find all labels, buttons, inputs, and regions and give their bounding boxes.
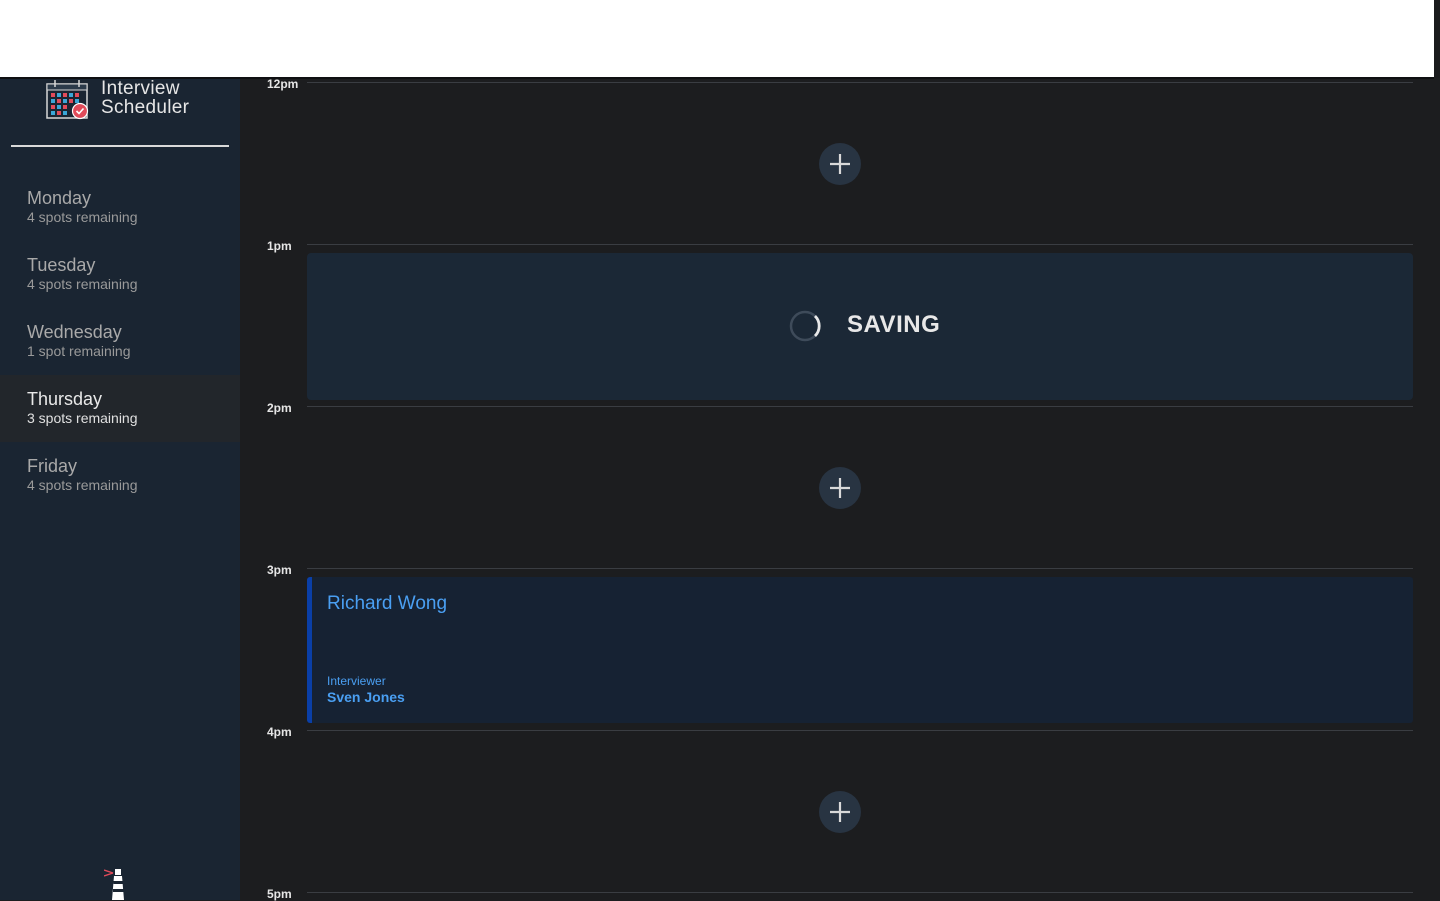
saving-status-card: SAVING: [307, 253, 1413, 400]
day-spots: 4 spots remaining: [27, 209, 138, 225]
interviewer-name: Sven Jones: [327, 689, 405, 705]
browser-top-blank: [0, 0, 1434, 77]
add-appointment-button[interactable]: [819, 791, 861, 833]
app-logo[interactable]: Interview Scheduler: [46, 78, 196, 122]
day-item-tuesday[interactable]: Tuesday 4 spots remaining: [0, 241, 240, 308]
app-title: Interview Scheduler: [101, 79, 189, 117]
add-appointment-button[interactable]: [819, 467, 861, 509]
student-name: Richard Wong: [327, 593, 448, 614]
sidebar: Interview Scheduler Monday 4 spots remai…: [0, 78, 240, 900]
calendar-icon: [46, 80, 89, 120]
slot-time-12pm: 12pm: [267, 77, 299, 91]
slot-time-2pm: 2pm: [267, 401, 292, 415]
schedule: 12pm 1pm SAVING 2pm 3pm Richard Wong Int…: [240, 77, 1440, 901]
day-item-wednesday[interactable]: Wednesday 1 spot remaining: [0, 308, 240, 375]
add-appointment-button[interactable]: [819, 143, 861, 185]
plus-icon: [830, 154, 850, 174]
app-title-line1: Interview: [101, 78, 180, 99]
app-title-line2: Scheduler: [101, 97, 190, 118]
appointment-card[interactable]: Richard Wong Interviewer Sven Jones: [307, 577, 1413, 723]
day-item-thursday[interactable]: Thursday 3 spots remaining: [0, 375, 240, 442]
lighthouse-icon: [104, 869, 124, 900]
day-name: Friday: [27, 456, 78, 476]
scrollbar-track[interactable]: [1434, 0, 1440, 78]
slot-divider: [307, 244, 1413, 245]
top-divider: [0, 77, 1434, 79]
slot-time-3pm: 3pm: [267, 563, 292, 577]
slot-time-4pm: 4pm: [267, 725, 292, 739]
slot-divider: [307, 568, 1413, 569]
day-name: Tuesday: [27, 255, 96, 275]
day-name: Thursday: [27, 389, 103, 409]
slot-time-5pm: 5pm: [267, 887, 292, 901]
day-name: Wednesday: [27, 322, 122, 342]
day-item-monday[interactable]: Monday 4 spots remaining: [0, 174, 240, 241]
saving-status-text: SAVING: [847, 311, 941, 338]
plus-icon: [830, 478, 850, 498]
slot-divider: [307, 406, 1413, 407]
plus-icon: [830, 802, 850, 822]
spinner-icon: [789, 310, 821, 342]
slot-divider: [307, 82, 1413, 83]
day-list: Monday 4 spots remaining Tuesday 4 spots…: [0, 174, 240, 509]
day-name: Monday: [27, 188, 92, 208]
sidebar-divider: [11, 145, 229, 147]
day-spots: 4 spots remaining: [27, 276, 138, 292]
slot-divider: [307, 730, 1413, 731]
day-spots: 3 spots remaining: [27, 410, 138, 426]
day-spots: 1 spot remaining: [27, 343, 131, 359]
day-spots: 4 spots remaining: [27, 477, 138, 493]
slot-divider: [307, 892, 1413, 893]
interviewer-label: Interviewer: [327, 674, 386, 688]
slot-time-1pm: 1pm: [267, 239, 292, 253]
day-item-friday[interactable]: Friday 4 spots remaining: [0, 442, 240, 509]
